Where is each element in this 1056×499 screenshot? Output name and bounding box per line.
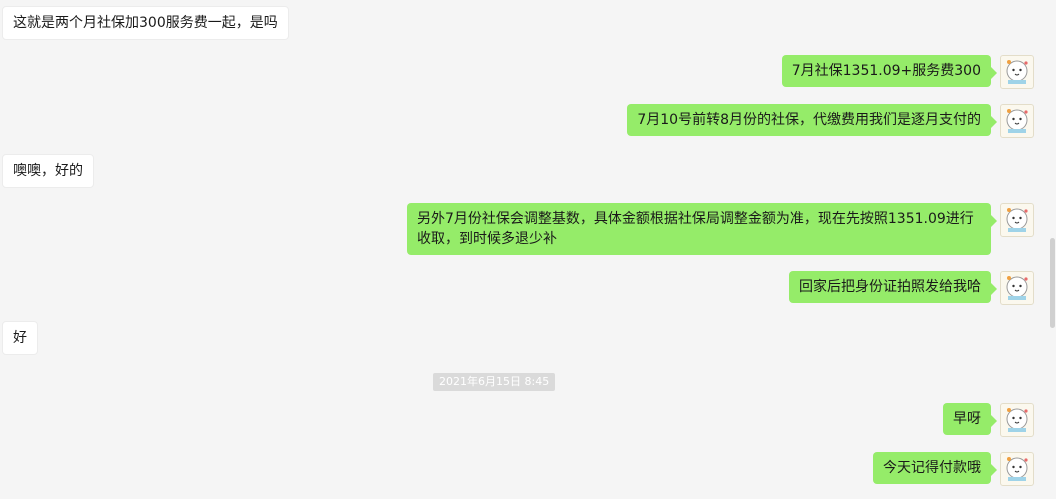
user-avatar[interactable] [1000, 55, 1034, 89]
cartoon-cat-avatar-icon [1006, 60, 1028, 84]
user-avatar[interactable] [1000, 403, 1034, 437]
message-text: 噢噢，好的 [13, 163, 83, 179]
user-avatar[interactable] [1000, 452, 1034, 486]
chat-scrollbar[interactable] [1050, 238, 1055, 328]
message-bubble-outgoing[interactable]: 7月社保1351.09+服务费300 [781, 55, 998, 87]
message-bubble-incoming[interactable]: 这就是两个月社保加300服务费一起，是吗 [2, 6, 289, 40]
message-bubble-incoming[interactable]: 好 [2, 321, 38, 355]
message-text: 好 [13, 330, 27, 346]
message-bubble-outgoing[interactable]: 7月10号前转8月份的社保，代缴费用我们是逐月支付的 [627, 104, 997, 136]
message-timestamp: 2021年6月15日 8:45 [433, 373, 556, 391]
message-bubble-outgoing[interactable]: 今天记得付款哦 [873, 452, 997, 484]
chat-message-area[interactable]: 这就是两个月社保加300服务费一起，是吗 7月社保1351.09+服务费300 … [0, 0, 1056, 499]
message-text: 7月社保1351.09+服务费300 [791, 63, 981, 79]
message-text: 这就是两个月社保加300服务费一起，是吗 [13, 15, 278, 31]
message-text: 另外7月份社保会调整基数，具体金额根据社保局调整金额为准，现在先按照1351.0… [417, 211, 974, 247]
cartoon-cat-avatar-icon [1006, 276, 1028, 300]
cartoon-cat-avatar-icon [1006, 109, 1028, 133]
cartoon-cat-avatar-icon [1006, 408, 1028, 432]
message-text: 回家后把身份证拍照发给我哈 [799, 279, 981, 295]
user-avatar[interactable] [1000, 104, 1034, 138]
cartoon-cat-avatar-icon [1006, 457, 1028, 481]
message-bubble-outgoing[interactable]: 另外7月份社保会调整基数，具体金额根据社保局调整金额为准，现在先按照1351.0… [407, 203, 997, 255]
user-avatar[interactable] [1000, 271, 1034, 305]
message-text: 早呀 [953, 411, 981, 427]
message-bubble-outgoing[interactable]: 早呀 [943, 403, 997, 435]
message-bubble-incoming[interactable]: 噢噢，好的 [2, 154, 94, 188]
cartoon-cat-avatar-icon [1006, 208, 1028, 232]
user-avatar[interactable] [1000, 203, 1034, 237]
message-bubble-outgoing[interactable]: 回家后把身份证拍照发给我哈 [789, 271, 997, 303]
message-text: 7月10号前转8月份的社保，代缴费用我们是逐月支付的 [637, 112, 981, 128]
message-text: 今天记得付款哦 [883, 460, 981, 476]
